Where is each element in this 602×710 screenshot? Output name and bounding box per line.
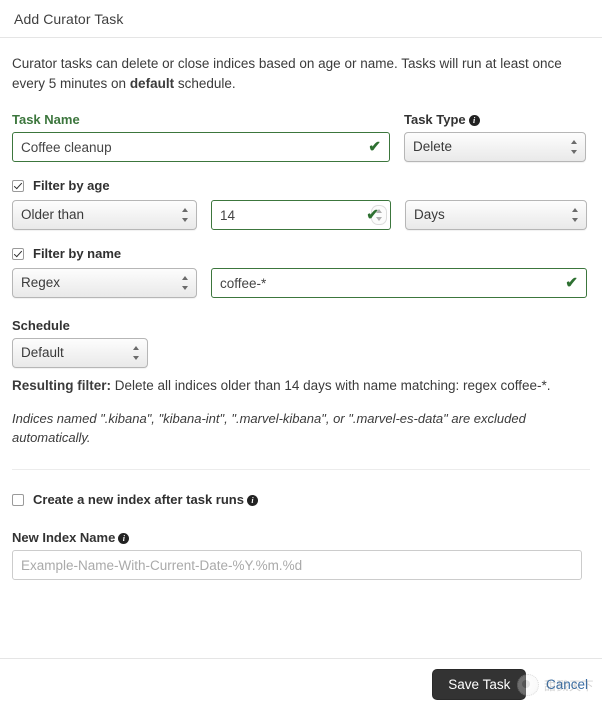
new-index-section: Create a new index after task runs i New … [12, 492, 590, 580]
task-name-field-wrap: ✔ [12, 132, 390, 162]
chevron-updown-icon [182, 208, 189, 222]
resulting-filter: Resulting filter: Delete all indices old… [12, 376, 590, 395]
schedule-select[interactable]: Default [12, 338, 148, 368]
intro-text: Curator tasks can delete or close indice… [12, 54, 572, 94]
chevron-updown-icon [182, 276, 189, 290]
filter-by-name-label: Filter by name [33, 246, 122, 261]
new-index-name-group: New Index Name i [12, 530, 590, 580]
filter-by-age-label: Filter by age [33, 178, 110, 193]
name-pattern-input[interactable] [211, 268, 587, 298]
schedule-section: Schedule Default [12, 318, 590, 368]
create-new-index-checkbox[interactable] [12, 493, 24, 506]
filter-by-name-checkbox[interactable] [12, 247, 24, 260]
create-new-index-label-text: Create a new index after task runs [33, 492, 244, 507]
resulting-filter-text: Delete all indices older than 14 days wi… [111, 378, 551, 393]
filter-by-age-checkbox-row[interactable]: Filter by age [12, 178, 590, 193]
new-index-name-label-text: New Index Name [12, 530, 116, 545]
filter-by-age-checkbox[interactable] [12, 179, 24, 192]
modal-header: Add Curator Task [0, 0, 602, 38]
section-divider [12, 469, 590, 470]
task-type-select[interactable]: Delete [404, 132, 586, 162]
exclusion-note: Indices named ".kibana", "kibana-int", "… [12, 411, 526, 445]
task-type-label-text: Task Type [404, 112, 466, 127]
age-amount-input[interactable] [211, 200, 391, 230]
info-icon[interactable]: i [118, 533, 130, 544]
filter-by-age-section: Filter by age Older than ✔ Days [12, 178, 590, 230]
filter-by-age-controls: Older than ✔ Days [12, 200, 590, 230]
task-name-type-row: Task Name ✔ Task Typei Delete [12, 112, 590, 162]
resulting-filter-label: Resulting filter: [12, 378, 112, 393]
modal-body: Curator tasks can delete or close indice… [0, 38, 602, 580]
new-index-name-field-wrap [12, 550, 582, 580]
age-operator-select[interactable]: Older than [12, 200, 197, 230]
task-type-group: Task Type i Delete [404, 112, 586, 162]
page-title: Add Curator Task [14, 11, 124, 27]
new-index-name-input[interactable] [12, 550, 582, 580]
create-new-index-label: Create a new index after task runs i [33, 492, 258, 507]
name-pattern-field-wrap: ✔ [211, 268, 587, 298]
task-name-input[interactable] [12, 132, 390, 162]
name-match-type-value: Regex [21, 275, 61, 290]
age-operator-value: Older than [21, 207, 85, 222]
chevron-updown-icon [572, 208, 579, 222]
chevron-updown-icon [133, 346, 140, 360]
age-unit-select[interactable]: Days [405, 200, 587, 230]
filter-by-name-controls: Regex ✔ [12, 268, 590, 298]
modal-footer: Save Task Cancel [0, 658, 602, 710]
info-icon[interactable]: i [246, 495, 258, 506]
save-task-button[interactable]: Save Task [432, 669, 527, 700]
task-name-label: Task Name [12, 112, 80, 127]
intro-text-part1: Curator tasks can delete or close indice… [12, 56, 562, 91]
task-name-group: Task Name ✔ [12, 112, 390, 162]
intro-text-strong: default [129, 76, 175, 91]
chevron-updown-icon [571, 140, 578, 154]
age-amount-field-wrap: ✔ [211, 200, 391, 230]
name-match-type-select[interactable]: Regex [12, 268, 197, 298]
info-icon[interactable]: i [468, 115, 480, 126]
task-type-label: Task Type i [404, 112, 586, 127]
task-type-select-value: Delete [413, 139, 453, 154]
filter-by-name-section: Filter by name Regex ✔ [12, 246, 590, 298]
age-unit-value: Days [414, 207, 445, 222]
schedule-value: Default [21, 345, 64, 360]
schedule-label: Schedule [12, 318, 70, 333]
filter-by-name-checkbox-row[interactable]: Filter by name [12, 246, 590, 261]
create-new-index-checkbox-row[interactable]: Create a new index after task runs i [12, 492, 590, 507]
cancel-button[interactable]: Cancel [546, 677, 588, 692]
new-index-name-label: New Index Name i [12, 530, 590, 545]
intro-text-part2: schedule. [174, 76, 236, 91]
